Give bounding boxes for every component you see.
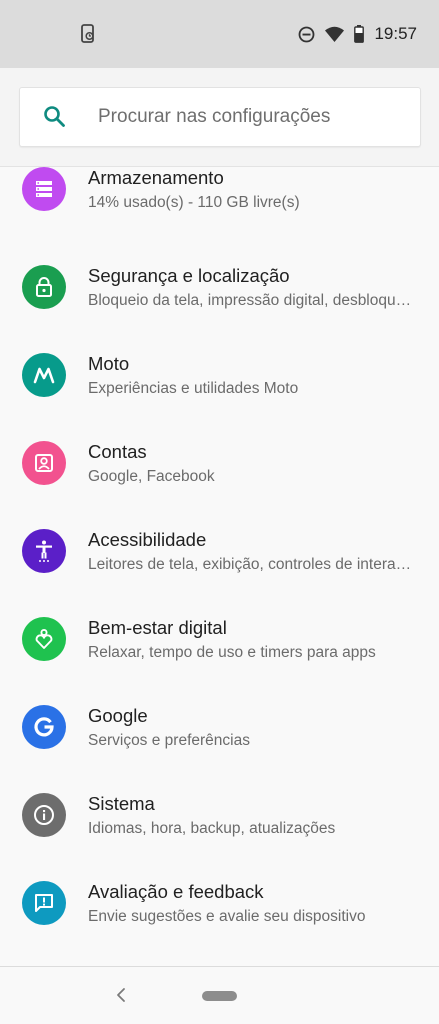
settings-item-google[interactable]: Google Serviços e preferências (0, 684, 439, 772)
settings-item-title: Google (88, 705, 148, 726)
google-icon (22, 705, 66, 749)
settings-item-system[interactable]: Sistema Idiomas, hora, backup, atualizaç… (0, 772, 439, 860)
settings-screen: 19:57 Procurar nas configurações Armazen… (0, 0, 439, 1024)
battery-icon (354, 25, 365, 43)
status-icons: 19:57 (298, 22, 417, 46)
settings-item-subtitle: Google, Facebook (88, 468, 215, 485)
status-bar: 19:57 (0, 0, 439, 68)
feedback-icon (22, 881, 66, 925)
settings-item-subtitle: Envie sugestões e avalie seu dispositivo (88, 908, 366, 925)
settings-item-subtitle: Idiomas, hora, backup, atualizações (88, 820, 336, 837)
wifi-icon (325, 26, 345, 42)
settings-item-feedback[interactable]: Avaliação e feedback Envie sugestões e a… (0, 860, 439, 948)
settings-item-security[interactable]: Segurança e localização Bloqueio da tela… (0, 244, 439, 332)
account-icon (22, 441, 66, 485)
settings-item-title: Acessibilidade (88, 529, 207, 550)
settings-item-accessibility[interactable]: Acessibilidade Leitores de tela, exibiçã… (0, 508, 439, 596)
back-icon[interactable] (114, 986, 128, 1004)
settings-item-accounts[interactable]: Contas Google, Facebook (0, 420, 439, 508)
moto-icon (22, 353, 66, 397)
settings-item-subtitle: Relaxar, tempo de uso e timers para apps (88, 644, 376, 661)
settings-item-title: Moto (88, 353, 130, 374)
navigation-bar (0, 966, 439, 1024)
search-input[interactable]: Procurar nas configurações (19, 87, 421, 147)
info-icon (22, 793, 66, 837)
settings-item-subtitle: Leitores de tela, exibição, controles de… (88, 556, 413, 573)
search-placeholder: Procurar nas configurações (98, 106, 331, 127)
settings-item-title: Armazenamento (88, 167, 224, 188)
wellbeing-icon (22, 617, 66, 661)
status-time: 19:57 (374, 24, 417, 43)
search-header: Procurar nas configurações (0, 68, 439, 167)
storage-icon (22, 167, 66, 211)
settings-item-title: Sistema (88, 793, 155, 814)
phone-sync-icon (81, 24, 94, 43)
settings-item-storage[interactable]: Armazenamento 14% usado(s) - 110 GB livr… (0, 156, 439, 244)
settings-item-title: Contas (88, 441, 147, 462)
settings-item-subtitle: Bloqueio da tela, impressão digital, des… (88, 292, 413, 309)
home-pill-button[interactable] (202, 991, 237, 1001)
settings-item-moto[interactable]: Moto Experiências e utilidades Moto (0, 332, 439, 420)
settings-item-title: Avaliação e feedback (88, 881, 264, 902)
do-not-disturb-icon (299, 26, 315, 42)
accessibility-icon (22, 529, 66, 573)
settings-item-subtitle: Serviços e preferências (88, 732, 250, 749)
settings-item-subtitle: 14% usado(s) - 110 GB livre(s) (88, 194, 300, 211)
settings-item-title: Segurança e localização (88, 265, 290, 286)
lock-icon (22, 265, 66, 309)
settings-item-digital-wellbeing[interactable]: Bem-estar digital Relaxar, tempo de uso … (0, 596, 439, 684)
settings-item-subtitle: Experiências e utilidades Moto (88, 380, 299, 397)
settings-item-title: Bem-estar digital (88, 617, 227, 638)
search-icon (44, 106, 65, 127)
